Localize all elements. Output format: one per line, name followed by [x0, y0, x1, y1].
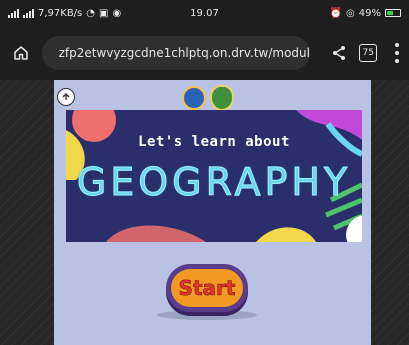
status-bar: 7,97KB/s ◔ ▣ ◉ 19.07 ⏰ ◎ 49% — [0, 0, 409, 26]
start-button[interactable]: Start — [166, 264, 248, 312]
home-icon — [14, 46, 28, 60]
more-icon — [395, 43, 400, 47]
tabs-button[interactable]: 75 — [359, 44, 378, 62]
start-button-face: Start — [171, 269, 243, 307]
battery-icon — [385, 9, 401, 17]
share-icon — [332, 46, 345, 60]
tab-count: 75 — [362, 48, 374, 58]
url-text: zfp2etwvyzgcdne1chlptq.on.drv.tw/modulaj… — [58, 46, 310, 60]
network-speed: 7,97KB/s — [38, 7, 83, 19]
more-menu-button[interactable] — [393, 43, 401, 63]
address-bar[interactable]: zfp2etwvyzgcdne1chlptq.on.drv.tw/modulaj… — [41, 36, 310, 70]
back-button[interactable] — [57, 88, 75, 106]
banner-title: GEOGRAPHY — [76, 160, 352, 205]
status-right: ⏰ ◎ 49% — [330, 8, 401, 19]
app-icon: ◉ — [112, 7, 122, 19]
browser-toolbar: zfp2etwvyzgcdne1chlptq.on.drv.tw/modulaj… — [0, 26, 409, 80]
signal-icon — [8, 8, 19, 18]
title-banner: Let's learn about GEOGRAPHY — [66, 110, 362, 242]
battery-percent: 49% — [358, 7, 381, 19]
wifi-icon: ◔ — [86, 7, 95, 19]
region-logo-icon — [210, 85, 234, 111]
home-button[interactable] — [8, 40, 34, 66]
page-content: Let's learn about GEOGRAPHY Start — [54, 80, 371, 345]
signal-icon-2 — [23, 8, 34, 18]
eye-icon: ◎ — [346, 7, 355, 19]
share-button[interactable] — [328, 42, 350, 64]
start-label: Start — [178, 276, 236, 301]
alarm-icon: ⏰ — [329, 7, 343, 19]
banner-subtitle: Let's learn about — [138, 134, 290, 150]
status-left: 7,97KB/s ◔ ▣ ◉ — [8, 8, 121, 19]
back-icon — [62, 93, 70, 100]
notification-icon: ▣ — [99, 7, 109, 19]
school-logo-icon — [182, 86, 206, 110]
